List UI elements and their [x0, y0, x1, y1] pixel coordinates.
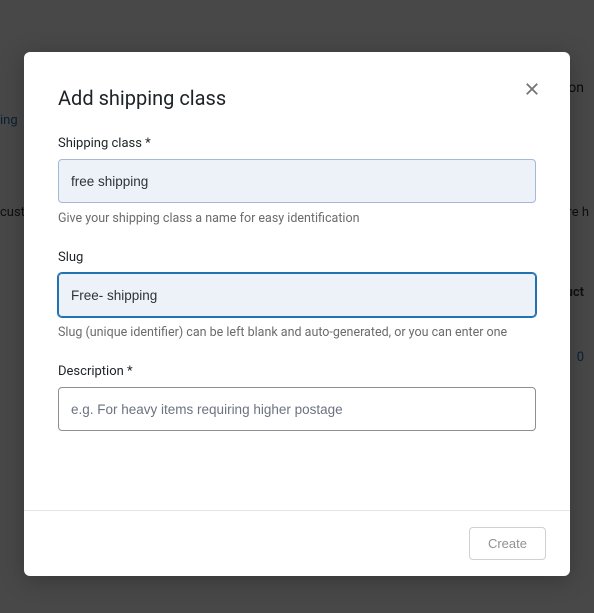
add-shipping-class-modal: Add shipping class Shipping class * Give… — [24, 52, 570, 576]
description-input[interactable] — [58, 387, 536, 431]
slug-help: Slug (unique identifier) can be left bla… — [58, 325, 536, 340]
modal-footer: Create — [24, 510, 570, 576]
close-button[interactable] — [520, 78, 544, 102]
slug-input[interactable] — [58, 273, 536, 317]
field-shipping-class: Shipping class * Give your shipping clas… — [58, 136, 536, 226]
slug-label: Slug — [58, 250, 536, 265]
description-label: Description * — [58, 364, 536, 379]
create-button[interactable]: Create — [469, 527, 546, 560]
close-icon — [523, 80, 541, 101]
shipping-class-help: Give your shipping class a name for easy… — [58, 211, 536, 226]
field-description: Description * — [58, 364, 536, 431]
field-slug: Slug Slug (unique identifier) can be lef… — [58, 250, 536, 340]
shipping-class-input[interactable] — [58, 159, 536, 203]
modal-body: Add shipping class Shipping class * Give… — [24, 52, 570, 510]
modal-title: Add shipping class — [58, 86, 536, 110]
shipping-class-label: Shipping class * — [58, 136, 536, 151]
